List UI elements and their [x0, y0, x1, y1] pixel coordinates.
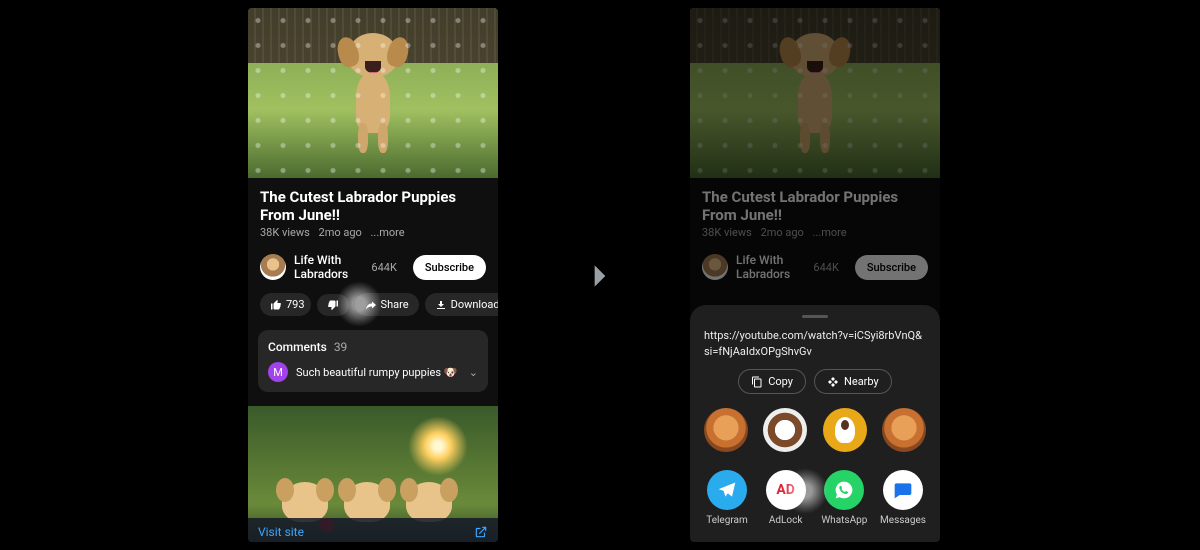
ad-cta[interactable]: Visit site [258, 525, 304, 539]
share-app-adlock[interactable]: AD AdLock [763, 470, 809, 526]
share-icon [365, 299, 377, 311]
ad-card[interactable]: Visit site [248, 406, 498, 542]
comments-label: Comments [268, 340, 327, 354]
copy-button[interactable]: Copy [738, 369, 806, 394]
phone-before: The Cutest Labrador Puppies From June!! … [248, 8, 498, 542]
view-count: 38K views [260, 226, 310, 239]
subscribe-button[interactable]: Subscribe [413, 255, 486, 280]
comments-card[interactable]: Comments 39 M Such beautiful rumpy puppi… [258, 330, 488, 392]
share-app-telegram[interactable]: Telegram [704, 470, 750, 526]
comments-count: 39 [334, 340, 348, 354]
download-icon [435, 299, 447, 311]
adlock-icon: AD [766, 470, 806, 510]
app-row: Telegram AD AdLock WhatsApp Messages [704, 470, 926, 526]
video-meta[interactable]: 38K views 2mo ago ...more [248, 226, 498, 249]
channel-avatar[interactable] [260, 254, 286, 280]
arrow-icon [584, 260, 616, 296]
share-app-whatsapp[interactable]: WhatsApp [821, 470, 867, 526]
contact-avatar[interactable] [763, 408, 807, 452]
chevron-down-icon: ⌄ [469, 366, 478, 379]
comment-text: Such beautiful rumpy puppies 🐶 [296, 366, 457, 379]
more-link[interactable]: ...more [371, 226, 405, 239]
drag-handle[interactable] [802, 315, 828, 318]
telegram-icon [717, 480, 737, 500]
open-external-icon[interactable] [474, 525, 488, 539]
copy-icon [751, 376, 763, 388]
thumbs-down-icon [327, 299, 339, 311]
share-url[interactable]: https://youtube.com/watch?v=iCSyi8rbVnQ&… [704, 328, 926, 359]
commenter-avatar: M [268, 362, 288, 382]
share-sheet: https://youtube.com/watch?v=iCSyi8rbVnQ&… [690, 305, 940, 542]
video-thumbnail[interactable] [248, 8, 498, 178]
like-count: 793 [286, 298, 305, 311]
contact-avatar[interactable] [823, 408, 867, 452]
channel-name[interactable]: Life With Labradors [294, 253, 363, 281]
dislike-button[interactable] [317, 294, 349, 316]
contact-avatar[interactable] [704, 408, 748, 452]
channel-subs: 644K [371, 261, 396, 274]
thumbs-up-icon [270, 299, 282, 311]
download-button[interactable]: Download [425, 293, 498, 316]
whatsapp-icon [834, 480, 854, 500]
messages-icon [893, 480, 913, 500]
video-age: 2mo ago [319, 226, 362, 239]
nearby-button[interactable]: Nearby [814, 369, 892, 394]
share-app-messages[interactable]: Messages [880, 470, 926, 526]
like-button[interactable]: 793 [260, 293, 311, 316]
phone-after: The Cutest Labrador Puppies From June!! … [690, 8, 940, 542]
action-row: 793 Share Download Save [248, 285, 498, 324]
contact-row [704, 408, 926, 452]
channel-row[interactable]: Life With Labradors 644K Subscribe [248, 249, 498, 285]
nearby-icon [827, 376, 839, 388]
contact-avatar[interactable] [882, 408, 926, 452]
video-title[interactable]: The Cutest Labrador Puppies From June!! [248, 178, 498, 226]
share-button[interactable]: Share [355, 293, 419, 316]
